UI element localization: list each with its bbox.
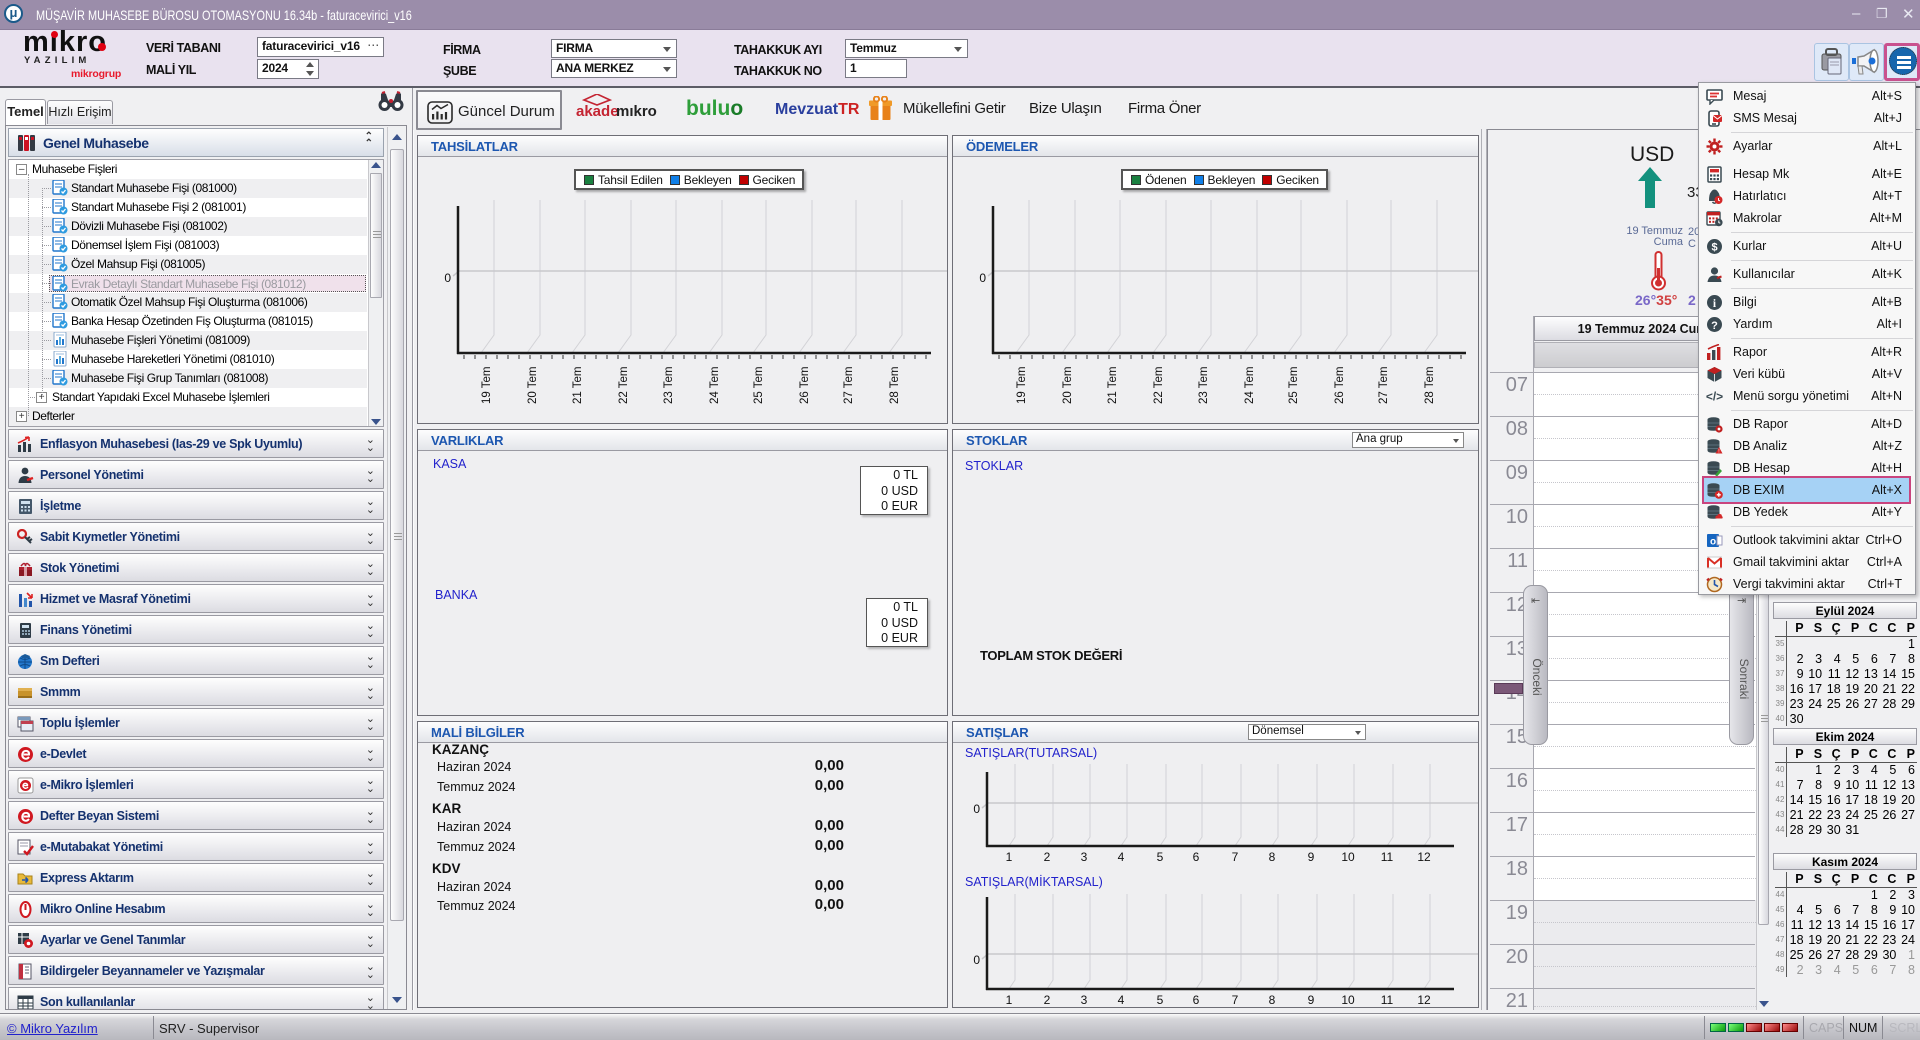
svg-text:21 Tem: 21 Tem	[572, 366, 584, 404]
svg-text:11: 11	[1381, 850, 1394, 864]
svg-text:8: 8	[1269, 850, 1276, 864]
svg-text:o: o	[1710, 536, 1716, 547]
svg-text:6: 6	[1193, 850, 1200, 864]
svg-text:20 Tem: 20 Tem	[1062, 366, 1074, 404]
svg-text:3: 3	[1081, 850, 1088, 864]
svg-text:5: 5	[1157, 850, 1164, 864]
svg-text:7: 7	[1232, 850, 1239, 864]
svg-text:4: 4	[1118, 850, 1125, 864]
svg-text:3: 3	[1081, 993, 1088, 1007]
svg-text:26 Tem: 26 Tem	[1334, 366, 1346, 404]
svg-text:6: 6	[1193, 993, 1200, 1007]
svg-text:27 Tem: 27 Tem	[843, 366, 855, 404]
svg-text:10: 10	[1341, 993, 1355, 1007]
svg-text:7: 7	[1232, 993, 1239, 1007]
svg-text:!: !	[1718, 449, 1719, 455]
svg-text:</>: </>	[1706, 390, 1723, 404]
svg-text:0: 0	[973, 802, 980, 816]
svg-text:9: 9	[1308, 993, 1315, 1007]
svg-text:23 Tem: 23 Tem	[663, 366, 675, 404]
svg-text:25 Tem: 25 Tem	[753, 366, 765, 404]
svg-text:4: 4	[1118, 993, 1125, 1007]
svg-text:26 Tem: 26 Tem	[799, 366, 811, 404]
svg-text:19 Tem: 19 Tem	[1016, 366, 1028, 404]
svg-text:23 Tem: 23 Tem	[1198, 366, 1210, 404]
svg-text:1: 1	[1006, 850, 1013, 864]
svg-text:0: 0	[973, 953, 980, 967]
svg-text:12: 12	[1417, 993, 1431, 1007]
svg-text:$: $	[1711, 242, 1717, 254]
svg-text:0: 0	[444, 271, 451, 285]
svg-text:10: 10	[1341, 850, 1355, 864]
svg-text:2: 2	[1044, 850, 1051, 864]
svg-text:11: 11	[1381, 993, 1394, 1007]
svg-text:12: 12	[1417, 850, 1431, 864]
svg-text:28 Tem: 28 Tem	[889, 366, 901, 404]
svg-text:9: 9	[1308, 850, 1315, 864]
svg-text:24 Tem: 24 Tem	[709, 366, 721, 404]
svg-text:20 Tem: 20 Tem	[527, 366, 539, 404]
svg-text:21 Tem: 21 Tem	[1107, 366, 1119, 404]
svg-text:25 Tem: 25 Tem	[1288, 366, 1300, 404]
svg-text:?: ?	[1711, 320, 1718, 332]
svg-text:22 Tem: 22 Tem	[618, 366, 630, 404]
svg-text:5: 5	[1157, 993, 1164, 1007]
svg-text:1: 1	[1006, 993, 1013, 1007]
svg-text:27 Tem: 27 Tem	[1378, 366, 1390, 404]
svg-text:28 Tem: 28 Tem	[1424, 366, 1436, 404]
svg-text:19 Tem: 19 Tem	[481, 366, 493, 404]
svg-text:8: 8	[1269, 993, 1276, 1007]
svg-text:22 Tem: 22 Tem	[1153, 366, 1165, 404]
svg-text:0: 0	[979, 271, 986, 285]
svg-text:24 Tem: 24 Tem	[1244, 366, 1256, 404]
svg-text:2: 2	[1044, 993, 1051, 1007]
